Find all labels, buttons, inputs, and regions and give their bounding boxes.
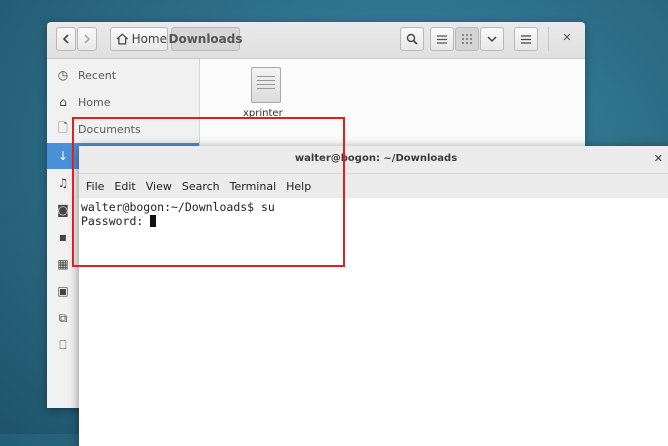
- search-button[interactable]: [400, 27, 424, 51]
- breadcrumb-downloads[interactable]: Downloads: [168, 27, 243, 51]
- chevron-left-icon: [62, 34, 69, 44]
- back-button[interactable]: [56, 27, 76, 51]
- sidebar-item-label: Home: [78, 95, 111, 109]
- breadcrumb-home[interactable]: Home: [110, 27, 168, 51]
- sidebar-item-label: Recent: [78, 68, 117, 82]
- computer-icon: ⎕: [59, 337, 67, 352]
- header-separator: [548, 27, 549, 51]
- hamburger-icon: [521, 34, 531, 44]
- grid-view-button[interactable]: [455, 27, 479, 51]
- network-icon: ⧉: [58, 310, 68, 325]
- search-icon: [406, 33, 418, 45]
- home-icon: [116, 33, 129, 45]
- breadcrumb-home-label: Home: [131, 32, 167, 46]
- sidebar-item-recent[interactable]: ◷ Recent: [47, 62, 199, 88]
- video-icon: ▪: [58, 230, 68, 244]
- list-icon: [437, 34, 447, 44]
- terminal-close-button[interactable]: ✕: [654, 152, 663, 165]
- files-close-button[interactable]: ✕: [557, 31, 577, 47]
- menu-button[interactable]: [514, 27, 538, 51]
- music-icon: ♫: [57, 176, 69, 190]
- files-headerbar: Home Downloads ✕: [47, 22, 585, 59]
- breadcrumb-downloads-label: Downloads: [168, 32, 243, 46]
- grid-icon: [462, 34, 472, 44]
- chevron-right-icon: [84, 34, 91, 44]
- home-icon: ⌂: [59, 95, 67, 109]
- close-icon: ✕: [653, 152, 663, 165]
- clock-icon: ◷: [57, 68, 69, 82]
- file-icon[interactable]: [251, 67, 281, 103]
- list-view-button[interactable]: [430, 27, 454, 51]
- close-icon: ✕: [562, 31, 572, 44]
- disk-icon: ▣: [57, 284, 69, 298]
- forward-button[interactable]: [77, 27, 97, 51]
- chevron-down-icon: [487, 35, 497, 42]
- download-icon: ↓: [57, 149, 69, 163]
- camera-icon: ◙: [57, 203, 69, 217]
- annotation-highlight-box: [72, 117, 345, 267]
- sidebar-item-home[interactable]: ⌂ Home: [47, 89, 199, 115]
- calendar-icon: ▦: [57, 257, 69, 271]
- document-icon: 🗋: [58, 120, 68, 135]
- view-options-button[interactable]: [480, 27, 504, 51]
